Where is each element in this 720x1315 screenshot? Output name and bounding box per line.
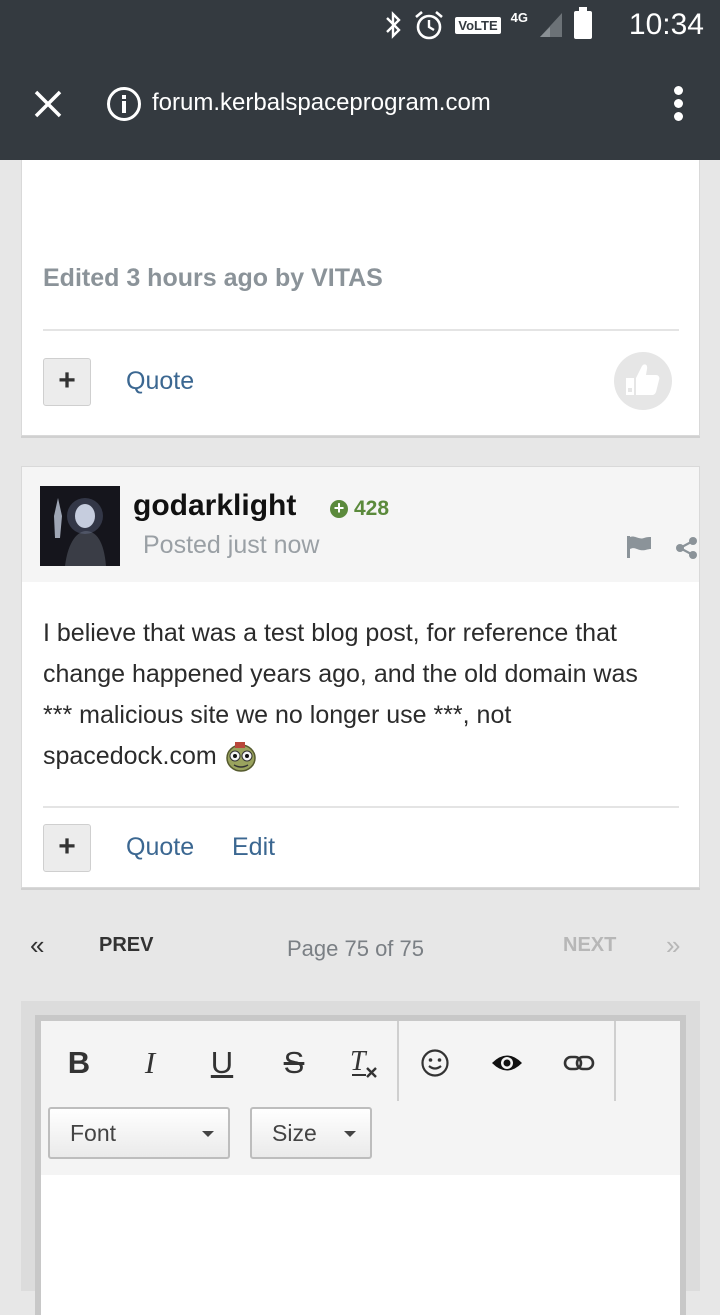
reputation-count: 428 [354, 497, 390, 520]
prev-page-button[interactable]: PREV [99, 934, 153, 957]
bluetooth-icon [386, 11, 402, 39]
close-icon[interactable] [28, 84, 68, 124]
post-timestamp: Posted just now [143, 531, 320, 559]
toolbar-separator [397, 1021, 399, 1101]
toolbar-separator [614, 1021, 616, 1101]
status-bar: VoLTE 4G 10:34 [0, 0, 720, 50]
quote-button[interactable]: Quote [126, 833, 194, 862]
font-select[interactable]: Font [48, 1107, 230, 1159]
post-author-header: godarklight + 428 Posted just now [22, 467, 699, 582]
italic-button[interactable]: I [126, 1043, 174, 1083]
underline-button[interactable]: U [198, 1043, 246, 1083]
remove-format-icon[interactable]: T [340, 1043, 388, 1083]
thumbs-up-icon [626, 364, 660, 395]
reply-editor: B I U S T Font Size [21, 1001, 700, 1315]
emoji-icon[interactable] [411, 1043, 459, 1083]
kerbal-emoji-icon [225, 742, 256, 773]
more-vert-icon[interactable] [668, 86, 688, 124]
battery-icon [574, 7, 592, 39]
editor-frame: B I U S T Font Size [35, 1015, 686, 1315]
browser-toolbar: forum.kerbalspaceprogram.com [0, 50, 720, 160]
share-icon[interactable] [675, 536, 699, 560]
bold-button[interactable]: B [55, 1043, 103, 1083]
reputation-badge: + 428 [330, 497, 389, 521]
volte-badge: VoLTE [455, 16, 501, 34]
edit-button[interactable]: Edit [232, 833, 275, 862]
plus-button[interactable]: + [43, 358, 91, 406]
strikethrough-button[interactable]: S [270, 1043, 318, 1083]
edited-note: Edited 3 hours ago by VITAS [43, 264, 383, 292]
link-icon[interactable] [555, 1043, 603, 1083]
plus-button[interactable]: + [43, 824, 91, 872]
chevron-down-icon [344, 1131, 356, 1137]
post-body-text: I believe that was a test blog post, for… [43, 619, 638, 770]
svg-text:T: T [350, 1046, 368, 1077]
size-select-label: Size [272, 1120, 317, 1146]
next-page-button: NEXT [563, 934, 617, 956]
status-time: 10:34 [628, 8, 704, 41]
url-text[interactable]: forum.kerbalspaceprogram.com [152, 89, 491, 117]
network-type: 4G [510, 9, 528, 25]
flag-icon[interactable] [625, 534, 653, 560]
pagination: « PREV Page 75 of 75 NEXT » [0, 920, 720, 972]
avatar[interactable] [40, 486, 120, 566]
status-icons: VoLTE 4G [383, 6, 592, 44]
post-username[interactable]: godarklight [133, 489, 296, 523]
first-page-button[interactable]: « [30, 930, 44, 961]
signal-icon [540, 13, 562, 37]
size-select[interactable]: Size [250, 1107, 372, 1159]
plus-circle-icon: + [330, 499, 348, 518]
info-icon[interactable] [106, 86, 142, 122]
post-body: I believe that was a test blog post, for… [43, 613, 673, 777]
post-card-2: godarklight + 428 Posted just now I beli… [21, 466, 700, 888]
last-page-button: » [666, 930, 681, 960]
preview-eye-icon[interactable] [483, 1043, 531, 1083]
alarm-icon [415, 11, 444, 40]
like-button[interactable] [614, 352, 672, 410]
quote-button[interactable]: Quote [126, 367, 194, 396]
page-indicator[interactable]: Page 75 of 75 [287, 936, 424, 962]
reply-text-area[interactable] [41, 1175, 680, 1315]
post-divider [43, 329, 679, 331]
post-divider [43, 806, 679, 808]
post-card-1: Edited 3 hours ago by VITAS + Quote [21, 160, 700, 436]
chevron-down-icon [202, 1131, 214, 1137]
font-select-label: Font [70, 1120, 117, 1146]
